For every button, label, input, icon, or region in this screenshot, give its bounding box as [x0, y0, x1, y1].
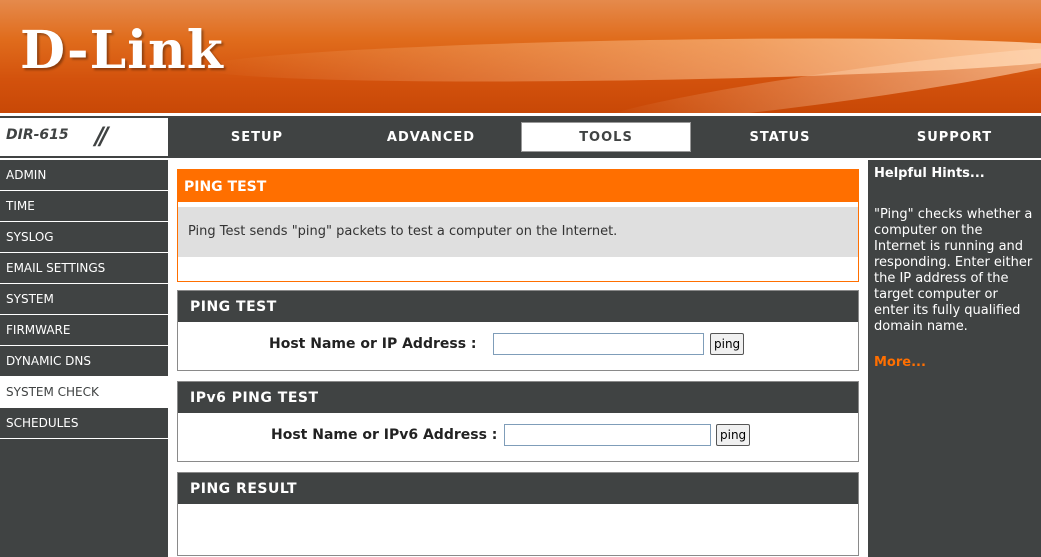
section-title: PING TEST	[178, 170, 858, 202]
sidebar-item-system-check[interactable]: SYSTEM CHECK	[0, 377, 168, 408]
tab-status[interactable]: STATUS	[695, 119, 865, 156]
host-ipv6-input[interactable]	[504, 424, 711, 446]
model-slashes-icon: //	[95, 122, 108, 150]
ping6-row: Host Name or IPv6 Address : ping	[178, 413, 858, 459]
section-title: PING TEST	[178, 291, 858, 322]
section-title: PING RESULT	[178, 473, 858, 504]
ping6-button[interactable]: ping	[716, 424, 751, 446]
sidebar-item-time[interactable]: TIME	[0, 191, 168, 222]
tab-support[interactable]: SUPPORT	[868, 119, 1041, 156]
tab-setup[interactable]: SETUP	[172, 119, 342, 156]
main-content: PING TEST Ping Test sends "ping" packets…	[177, 163, 859, 557]
hints-more-link[interactable]: More...	[874, 355, 1035, 370]
sidebar-item-schedules[interactable]: SCHEDULES	[0, 408, 168, 439]
ipv6-ping-section: IPv6 PING TEST Host Name or IPv6 Address…	[177, 381, 859, 462]
hints-title: Helpful Hints...	[874, 166, 985, 181]
section-description: Ping Test sends "ping" packets to test a…	[178, 207, 858, 257]
dlink-logo: D-Link	[20, 20, 224, 81]
tab-advanced[interactable]: ADVANCED	[346, 119, 516, 156]
intro-section: PING TEST Ping Test sends "ping" packets…	[177, 169, 859, 282]
hints-text: "Ping" checks whether a computer on the …	[874, 207, 1033, 334]
section-title: IPv6 PING TEST	[178, 382, 858, 413]
ping-test-section: PING TEST Host Name or IP Address : ping	[177, 290, 859, 371]
sidebar-item-system[interactable]: SYSTEM	[0, 284, 168, 315]
header-banner: D-Link	[0, 0, 1041, 113]
ping-result-section: PING RESULT	[177, 472, 859, 556]
model-name: DIR-615	[6, 127, 69, 143]
sidebar-item-dynamic-dns[interactable]: DYNAMIC DNS	[0, 346, 168, 377]
ping-row: Host Name or IP Address : ping	[178, 322, 858, 368]
tab-tools[interactable]: TOOLS	[521, 122, 691, 152]
sidebar: ADMIN TIME SYSLOG EMAIL SETTINGS SYSTEM …	[0, 160, 168, 557]
ping-button[interactable]: ping	[710, 333, 745, 355]
sidebar-item-email-settings[interactable]: EMAIL SETTINGS	[0, 253, 168, 284]
host-input[interactable]	[493, 333, 704, 355]
sidebar-item-syslog[interactable]: SYSLOG	[0, 222, 168, 253]
model-badge: DIR-615 //	[0, 118, 168, 156]
sidebar-item-firmware[interactable]: FIRMWARE	[0, 315, 168, 346]
host-ipv6-label: Host Name or IPv6 Address :	[271, 427, 498, 443]
sidebar-item-admin[interactable]: ADMIN	[0, 160, 168, 191]
host-label: Host Name or IP Address :	[269, 336, 477, 352]
helpful-hints-panel: Helpful Hints... "Ping" checks whether a…	[868, 160, 1041, 557]
